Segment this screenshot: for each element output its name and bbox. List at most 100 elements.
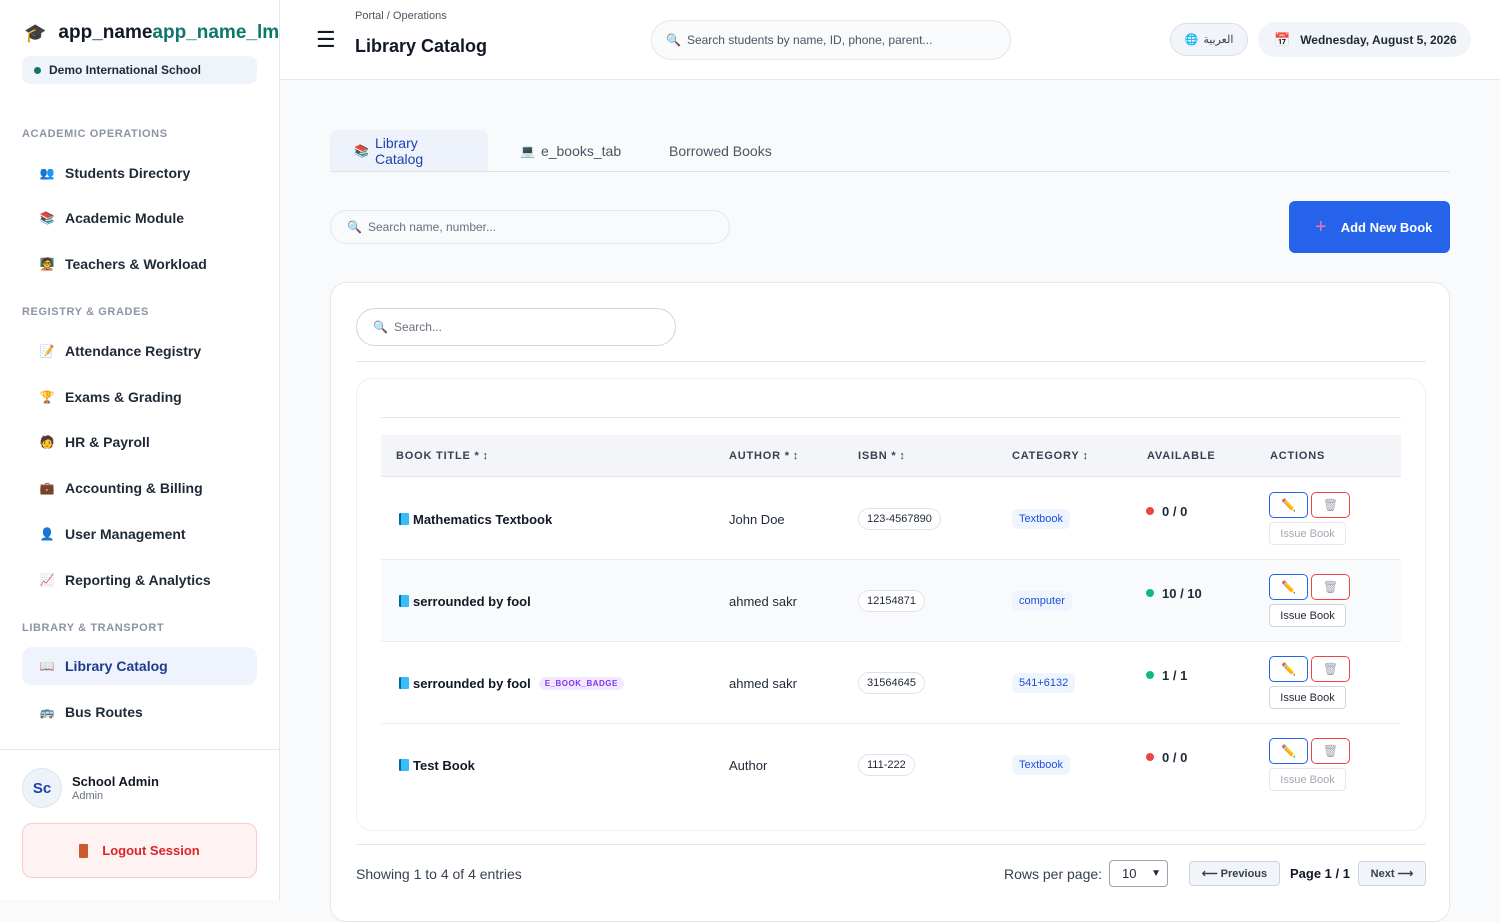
- globe-icon: 🌐: [1184, 34, 1199, 46]
- issue-book-button[interactable]: Issue Book: [1269, 604, 1346, 627]
- book-search-input[interactable]: [367, 220, 698, 234]
- brand: 🎓 app_nameapp_name_lms: [24, 22, 280, 44]
- sidebar-item-library-catalog[interactable]: 📖 Library Catalog: [22, 647, 257, 685]
- sidebar-item-attendance-registry[interactable]: 📝 Attendance Registry: [22, 332, 257, 370]
- book-icon: [399, 759, 409, 771]
- issue-book-button[interactable]: Issue Book: [1269, 768, 1346, 791]
- book-category: 541+6132: [1012, 642, 1076, 724]
- table-row: Test Book Author 111-222 Textbook 0 / 0 …: [381, 724, 1401, 806]
- previous-page-button[interactable]: ⟵ Previous: [1189, 861, 1280, 886]
- menu-icon[interactable]: ☰: [316, 28, 336, 52]
- column-header-available: AVAILABLE: [1147, 450, 1216, 462]
- door-icon: [79, 843, 89, 858]
- delete-button[interactable]: 🗑: [1311, 492, 1350, 518]
- table-search-input[interactable]: [393, 320, 675, 334]
- book-author: ahmed sakr: [729, 593, 797, 609]
- column-header-title[interactable]: BOOK TITLE * ↕: [396, 435, 488, 477]
- language-toggle-button[interactable]: 🌐 العربية: [1170, 23, 1248, 56]
- status-dot: [1146, 589, 1154, 597]
- book-icon: [399, 595, 409, 607]
- global-search[interactable]: 🔍: [651, 20, 1011, 60]
- sidebar-item-teachers-workload[interactable]: 🧑‍🏫 Teachers & Workload: [22, 245, 257, 283]
- rows-per-page-select[interactable]: 10 ▼: [1109, 860, 1168, 887]
- user-icon: 👤: [39, 527, 55, 541]
- sidebar-item-bus-routes[interactable]: 🚌 Bus Routes: [22, 693, 257, 731]
- column-header-author[interactable]: AUTHOR * ↕: [729, 435, 798, 477]
- trash-icon: 🗑: [1322, 744, 1339, 758]
- topbar: ☰ Portal / Operations Library Catalog 🔍 …: [280, 0, 1500, 80]
- user-profile[interactable]: Sc School Admin Admin: [22, 768, 159, 808]
- issue-book-button[interactable]: Issue Book: [1269, 686, 1346, 709]
- sidebar-item-exams-grading[interactable]: 🏆 Exams & Grading: [22, 378, 257, 416]
- search-icon: 🔍: [373, 320, 388, 334]
- books-icon: 📚: [354, 143, 369, 158]
- book-availability: 0 / 0: [1146, 478, 1187, 560]
- book-availability: 0 / 0: [1146, 724, 1187, 806]
- delete-button[interactable]: 🗑: [1311, 656, 1350, 682]
- attendance-icon: 📝: [39, 344, 55, 358]
- search-icon: 🔍: [347, 220, 362, 234]
- rows-per-page-label: Rows per page:: [1004, 866, 1103, 882]
- date-display: 📅 Wednesday, August 5, 2026: [1258, 22, 1471, 57]
- edit-button[interactable]: ✏️: [1269, 656, 1308, 682]
- issue-book-button[interactable]: Issue Book: [1269, 522, 1346, 545]
- logout-button[interactable]: Logout Session: [22, 823, 257, 878]
- divider: [356, 844, 1426, 845]
- open-book-icon: 📖: [39, 659, 55, 673]
- book-icon: [399, 677, 409, 689]
- teachers-icon: 🧑‍🏫: [39, 257, 55, 271]
- students-icon: 👥: [39, 166, 55, 180]
- sidebar-item-academic-module[interactable]: 📚 Academic Module: [22, 199, 257, 237]
- table-row: serrounded by fool E_BOOK_BADGE ahmed sak…: [381, 642, 1401, 724]
- pencil-icon: ✏️: [1281, 662, 1296, 676]
- sidebar-item-accounting-billing[interactable]: 💼 Accounting & Billing: [22, 469, 257, 507]
- search-icon: 🔍: [666, 33, 681, 47]
- column-header-category[interactable]: CATEGORY ↕: [1012, 435, 1088, 477]
- edit-button[interactable]: ✏️: [1269, 492, 1308, 518]
- user-name: School Admin: [72, 774, 159, 789]
- book-author: ahmed sakr: [729, 675, 797, 691]
- books-table: BOOK TITLE * ↕ AUTHOR * ↕ ISBN * ↕ CATEGORY…: [356, 378, 1426, 831]
- book-isbn: 12154871: [858, 560, 925, 642]
- tab-library-catalog[interactable]: 📚 Library Catalog: [330, 130, 488, 171]
- book-category: Textbook: [1012, 478, 1071, 560]
- trophy-icon: 🏆: [39, 390, 55, 404]
- status-dot: [1146, 753, 1154, 761]
- global-search-input[interactable]: [686, 33, 987, 47]
- user-role: Admin: [72, 790, 104, 802]
- tab-e-books[interactable]: 💻 e_books_tab: [496, 130, 645, 171]
- page-title: Library Catalog: [355, 36, 488, 56]
- book-availability: 1 / 1: [1146, 642, 1187, 724]
- calendar-icon: 📅: [1274, 31, 1291, 47]
- tab-borrowed-books[interactable]: Borrowed Books: [645, 130, 796, 171]
- edit-button[interactable]: ✏️: [1269, 574, 1308, 600]
- delete-button[interactable]: 🗑: [1311, 738, 1350, 764]
- entries-summary: Showing 1 to 4 of 4 entries: [356, 866, 522, 882]
- next-page-button[interactable]: Next ⟶: [1358, 861, 1426, 886]
- trash-icon: 🗑: [1322, 580, 1339, 594]
- book-isbn: 31564645: [858, 642, 925, 724]
- book-title: Mathematics Textbook: [399, 478, 552, 560]
- ebook-badge: E_BOOK_BADGE: [538, 676, 624, 690]
- avatar: Sc: [22, 768, 62, 808]
- pencil-icon: ✏️: [1281, 744, 1296, 758]
- add-new-book-button[interactable]: + Add New Book: [1289, 201, 1450, 253]
- divider: [381, 417, 1401, 418]
- delete-button[interactable]: 🗑: [1311, 574, 1350, 600]
- column-header-isbn[interactable]: ISBN * ↕: [858, 435, 905, 477]
- edit-button[interactable]: ✏️: [1269, 738, 1308, 764]
- column-header-actions: ACTIONS: [1270, 450, 1326, 462]
- book-title: serrounded by fool: [399, 560, 531, 642]
- sidebar-item-students-directory[interactable]: 👥 Students Directory: [22, 154, 257, 192]
- catalog-card: 🔍 BOOK TITLE *↕ AUTHOR *↕ ISBN *↕ CATEGO…: [330, 282, 1450, 922]
- tab-bar: 📚 Library Catalog 💻 e_books_tab Borrowed B…: [330, 130, 1450, 172]
- sidebar-divider: [0, 749, 279, 750]
- book-search[interactable]: 🔍: [330, 210, 730, 244]
- briefcase-icon: 💼: [39, 481, 55, 495]
- sidebar-item-user-management[interactable]: 👤 User Management: [22, 515, 257, 553]
- book-author: Author: [729, 757, 768, 773]
- sidebar-item-reporting-analytics[interactable]: 📈 Reporting & Analytics: [22, 561, 257, 599]
- sidebar-item-hr-payroll[interactable]: 🧑 HR & Payroll: [22, 423, 257, 461]
- table-search[interactable]: 🔍: [356, 308, 676, 346]
- book-category: Textbook: [1012, 724, 1071, 806]
